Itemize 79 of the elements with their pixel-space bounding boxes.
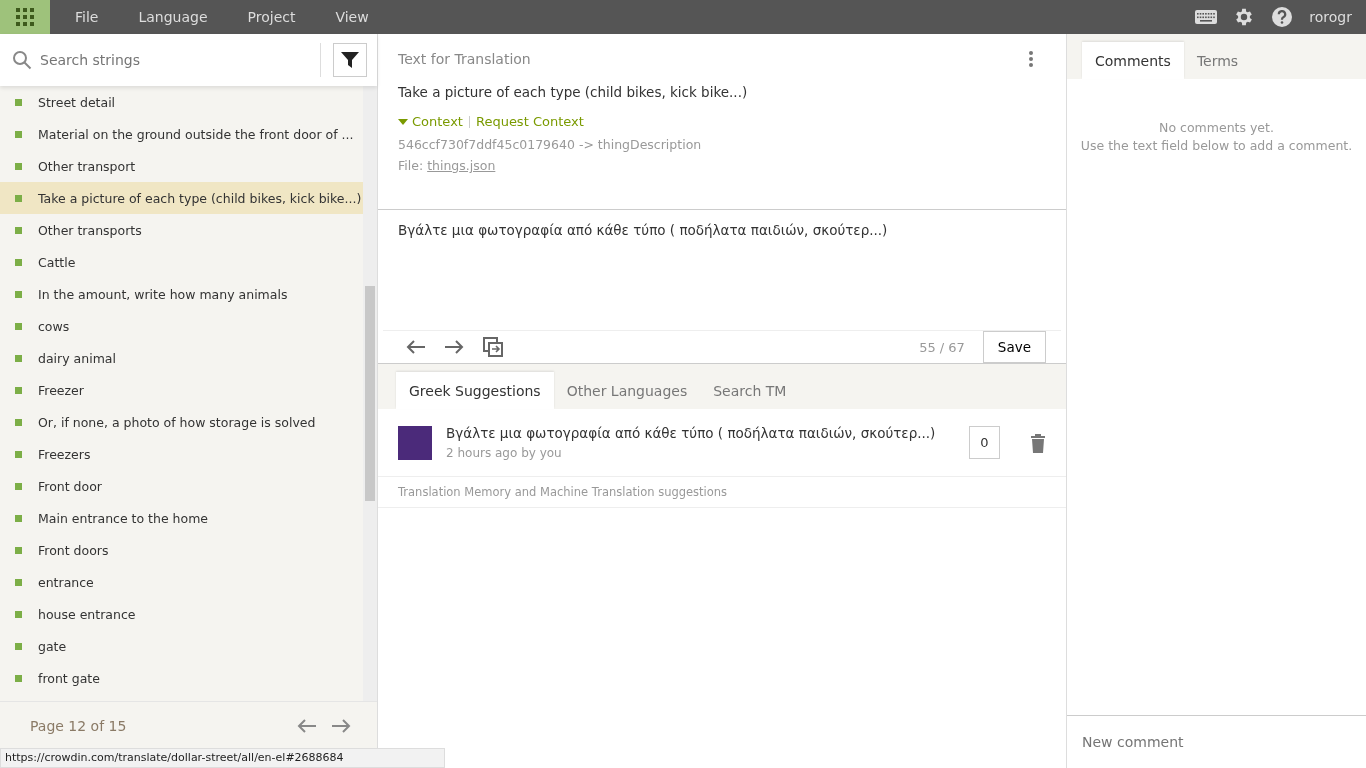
empty-message: Use the text field below to add a comment. (1079, 137, 1354, 155)
keyboard-icon[interactable] (1195, 9, 1218, 25)
file-label: File: (398, 158, 424, 173)
empty-message: No comments yet. (1158, 119, 1275, 137)
string-list-item[interactable]: Material on the ground outside the front door of ... (0, 118, 363, 150)
search-icon (12, 50, 32, 70)
string-list-item[interactable]: gate (0, 630, 363, 662)
status-square-icon (15, 610, 22, 618)
menu-item[interactable]: Language (123, 9, 223, 25)
string-list-item[interactable]: front gate (0, 662, 363, 694)
status-square-icon (15, 258, 22, 266)
string-list-item[interactable]: Other transport (0, 150, 363, 182)
save-button[interactable]: Save (982, 331, 1046, 363)
caret-down-icon (398, 118, 408, 125)
filter-icon (340, 50, 360, 70)
string-list-item[interactable]: cows (0, 310, 363, 342)
filter-button[interactable] (333, 43, 367, 77)
string-list-item[interactable]: Front doors (0, 534, 363, 566)
tm-section-heading: Translation Memory and Machine Translation suggestions (378, 477, 1066, 508)
status-url-tooltip: https://crowdin.com/translate/dollar-street/all/en-el#2688684 (0, 748, 445, 768)
status-square-icon (15, 290, 22, 298)
status-square-icon (15, 482, 22, 490)
string-list-item[interactable]: In the amount, write how many animals (0, 278, 363, 310)
scrollbar[interactable] (363, 86, 377, 701)
status-square-icon (15, 450, 22, 458)
string-list-item[interactable]: Front door (0, 470, 363, 502)
status-square-icon (15, 514, 22, 522)
menu-item[interactable]: Project (232, 9, 311, 25)
page-indicator: Page 12 of 15 (30, 718, 128, 734)
string-list-item[interactable]: Take a picture of each type (child bikes, kick bike...) (0, 182, 363, 214)
status-square-icon (15, 386, 22, 394)
arrow-left-icon[interactable] (297, 719, 317, 733)
status-square-icon (15, 130, 22, 138)
string-list-item[interactable]: Or, if none, a photo of how storage is solved (0, 406, 363, 438)
more-menu-icon[interactable] (1028, 50, 1034, 68)
vote-count[interactable]: 0 (969, 426, 1000, 459)
arrow-left-icon[interactable] (406, 340, 426, 354)
status-square-icon (15, 578, 22, 586)
status-square-icon (15, 354, 22, 362)
status-square-icon (15, 322, 22, 330)
user-name[interactable]: rorogr (1309, 9, 1352, 25)
suggestion-meta: 2 hours ago by you (446, 446, 563, 460)
suggestion-tab[interactable]: Greek Suggestions (396, 372, 554, 409)
status-square-icon (15, 98, 22, 106)
suggestion-tab[interactable]: Other Languages (553, 372, 701, 409)
string-list-item[interactable]: Other transports (0, 214, 363, 246)
string-list-item[interactable]: Cattle (0, 246, 363, 278)
menu-item[interactable]: File (60, 9, 114, 25)
string-list-item[interactable]: Main entrance to the home (0, 502, 363, 534)
string-list-item[interactable]: house entrance (0, 598, 363, 630)
arrow-right-icon[interactable] (331, 719, 351, 733)
status-square-icon (15, 642, 22, 650)
string-list-item[interactable]: Street detail (0, 86, 363, 118)
status-square-icon (15, 418, 22, 426)
avatar-image-placeholder (398, 425, 432, 460)
help-icon[interactable] (1271, 6, 1294, 28)
status-square-icon (15, 194, 22, 202)
side-tab[interactable]: Comments (1082, 42, 1184, 79)
status-square-icon (15, 546, 22, 554)
copy-source-icon[interactable] (482, 336, 504, 358)
string-key: 546ccf730f7ddf45c0179640 -> thingDescription (398, 137, 1046, 152)
trash-icon[interactable] (1030, 432, 1046, 453)
character-counter: 55 / 67 (919, 339, 965, 355)
status-square-icon (15, 674, 22, 682)
string-list-item[interactable]: Freezers (0, 438, 363, 470)
grid-icon (16, 8, 34, 26)
status-square-icon (15, 162, 22, 170)
suggestion-tab[interactable]: Search TM (700, 372, 800, 409)
arrow-right-icon[interactable] (444, 340, 464, 354)
string-list-item[interactable]: dairy animal (0, 342, 363, 374)
apps-grid-button[interactable] (0, 0, 50, 34)
suggestion-text[interactable]: Βγάλτε μια φωτογραφία από κάθε τύπο ( ποδήλατα παιδιών, σκούτερ...) (446, 425, 955, 441)
menu-item[interactable]: View (320, 9, 384, 25)
status-square-icon (15, 226, 22, 234)
source-text: Take a picture of each type (child bikes, kick bike...) (398, 84, 749, 100)
string-list-item[interactable]: entrance (0, 566, 363, 598)
side-tab[interactable]: Terms (1183, 42, 1252, 79)
panel-heading: Text for Translation (398, 51, 531, 67)
string-list-item[interactable]: Freezer (0, 374, 363, 406)
